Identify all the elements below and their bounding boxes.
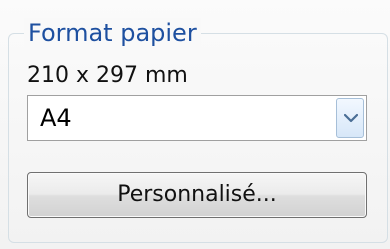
custom-format-button[interactable]: Personnalisé... (27, 172, 367, 218)
selected-format-value: A4 (40, 104, 72, 132)
paper-size-label: 210 x 297 mm (27, 63, 188, 88)
dropdown-button[interactable] (336, 98, 364, 138)
chevron-down-icon (344, 113, 358, 123)
paper-format-panel: Format papier 210 x 297 mm A4 Personnali… (0, 0, 390, 249)
group-title: Format papier (24, 18, 201, 48)
paper-format-select[interactable]: A4 (27, 95, 367, 141)
